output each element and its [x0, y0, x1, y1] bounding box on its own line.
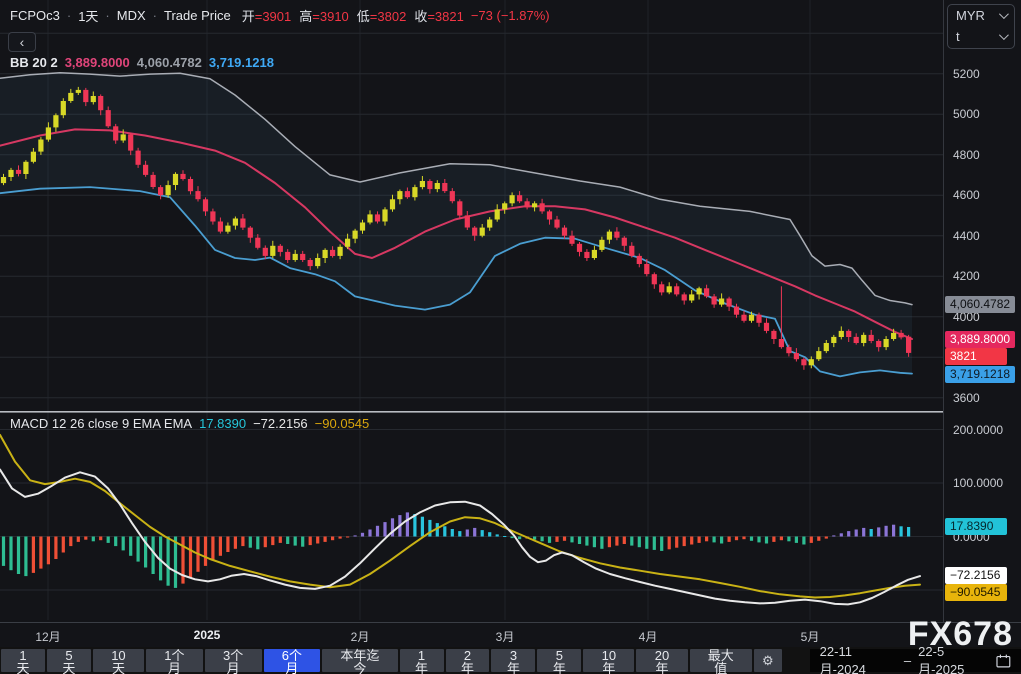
range-button-11[interactable]: 10年: [583, 649, 634, 672]
unit-select[interactable]: t: [948, 26, 1014, 47]
time-axis-label[interactable]: 5月: [801, 628, 820, 645]
price-tick-label: 3600: [953, 391, 980, 405]
range-button-0[interactable]: 1天: [1, 649, 45, 672]
range-button-9[interactable]: 3年: [491, 649, 535, 672]
range-button-10[interactable]: 5年: [537, 649, 581, 672]
bb-basis-badge: 3,889.8000: [945, 331, 1015, 348]
time-axis-label[interactable]: 2025: [194, 628, 221, 642]
candlestick-macd-chart[interactable]: [0, 0, 943, 622]
date-range-picker[interactable]: 22-11月-2024 – 22-5月-2025: [810, 649, 1021, 672]
chevron-down-icon: [999, 30, 1009, 40]
price-tick-label: 4200: [953, 269, 980, 283]
date-to: 22-5月-2025: [918, 644, 989, 674]
currency-select[interactable]: MYR: [948, 5, 1014, 26]
range-button-8[interactable]: 2年: [446, 649, 490, 672]
unit-value: t: [956, 29, 960, 44]
chevron-down-icon: [999, 9, 1009, 19]
calendar-icon: [996, 654, 1011, 668]
price-tick-label: 4600: [953, 188, 980, 202]
price-axis[interactable]: MYR t 5200500048004600440042004000360020…: [943, 0, 1021, 622]
range-button-7[interactable]: 1年: [400, 649, 444, 672]
date-separator: –: [904, 653, 911, 668]
price-tick-label: 4800: [953, 148, 980, 162]
macd-tick-label: 100.0000: [953, 476, 1003, 490]
range-button-5[interactable]: 6个月: [264, 649, 321, 672]
time-axis-label[interactable]: 2月: [351, 628, 370, 645]
back-button[interactable]: ‹: [8, 32, 36, 52]
currency-unit-selector: MYR t: [947, 4, 1015, 49]
range-button-12[interactable]: 20年: [636, 649, 687, 672]
range-button-3[interactable]: 1个月: [146, 649, 203, 672]
range-button-2[interactable]: 10天: [93, 649, 144, 672]
time-axis-label[interactable]: 3月: [496, 628, 515, 645]
trading-chart-app: FCPOc3 · 1天 · MDX · Trade Price 开=3901高=…: [0, 0, 1021, 674]
macd-hist-badge: 17.8390: [945, 518, 1007, 535]
time-axis-label[interactable]: 4月: [639, 628, 658, 645]
currency-value: MYR: [956, 8, 985, 23]
price-tick-label: 4400: [953, 229, 980, 243]
date-from: 22-11月-2024: [820, 644, 897, 674]
settings-button[interactable]: ⚙: [754, 649, 782, 672]
range-button-13[interactable]: 最大值: [690, 649, 752, 672]
price-tick-label: 5200: [953, 67, 980, 81]
bb-lower-badge: 3,719.1218: [945, 366, 1015, 383]
range-button-4[interactable]: 3个月: [205, 649, 262, 672]
time-axis-label[interactable]: 12月: [35, 628, 60, 645]
range-button-6[interactable]: 本年迄今: [322, 649, 397, 672]
macd-line-badge: −72.2156: [945, 567, 1007, 584]
back-icon: ‹: [20, 35, 25, 49]
bb-upper-badge: 4,060.4782: [945, 296, 1015, 313]
gear-icon: ⚙: [762, 653, 774, 668]
chart-area[interactable]: FCPOc3 · 1天 · MDX · Trade Price 开=3901高=…: [0, 0, 943, 622]
range-toolbar: 1天5天10天1个月3个月6个月本年迄今1年2年3年5年10年20年最大值 ⚙ …: [0, 647, 1021, 674]
macd-tick-label: 200.0000: [953, 423, 1003, 437]
last-price-badge: 3821: [945, 348, 1007, 365]
price-tick-label: 5000: [953, 107, 980, 121]
macd-signal-badge: −90.0545: [945, 584, 1007, 601]
range-button-1[interactable]: 5天: [47, 649, 91, 672]
